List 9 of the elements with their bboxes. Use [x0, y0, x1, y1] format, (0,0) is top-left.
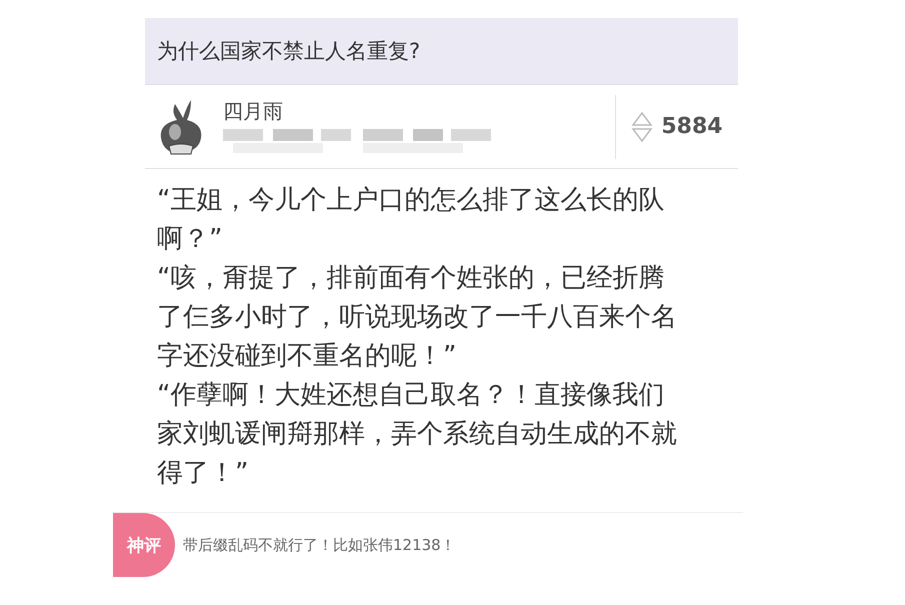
- vote-arrows-icon[interactable]: [631, 110, 654, 144]
- answer-paragraph: “作孽啊！大姓还想自己取名？！直接像我们家刘虮谖闸搿那样，弄个系统自动生成的不就得了！”: [157, 379, 678, 490]
- top-comment-badge: 神评: [113, 513, 175, 577]
- vote-count: 5884: [661, 114, 723, 139]
- question-title: 为什么国家不禁止人名重复?: [145, 18, 738, 85]
- answer-paragraph: “王姐，今儿个上户口的怎么排了这么长的队啊？”: [157, 184, 666, 256]
- comment-text: 带后缀乱码不就行了！比如张伟12138！: [183, 536, 456, 554]
- answer-paragraph: “咳，甭提了，排前面有个姓张的，已经折腾了仨多小时了，听说现场改了一千八百来个名字还没碰到不重名的呢！”: [157, 262, 678, 373]
- author-name[interactable]: 四月雨: [223, 98, 523, 122]
